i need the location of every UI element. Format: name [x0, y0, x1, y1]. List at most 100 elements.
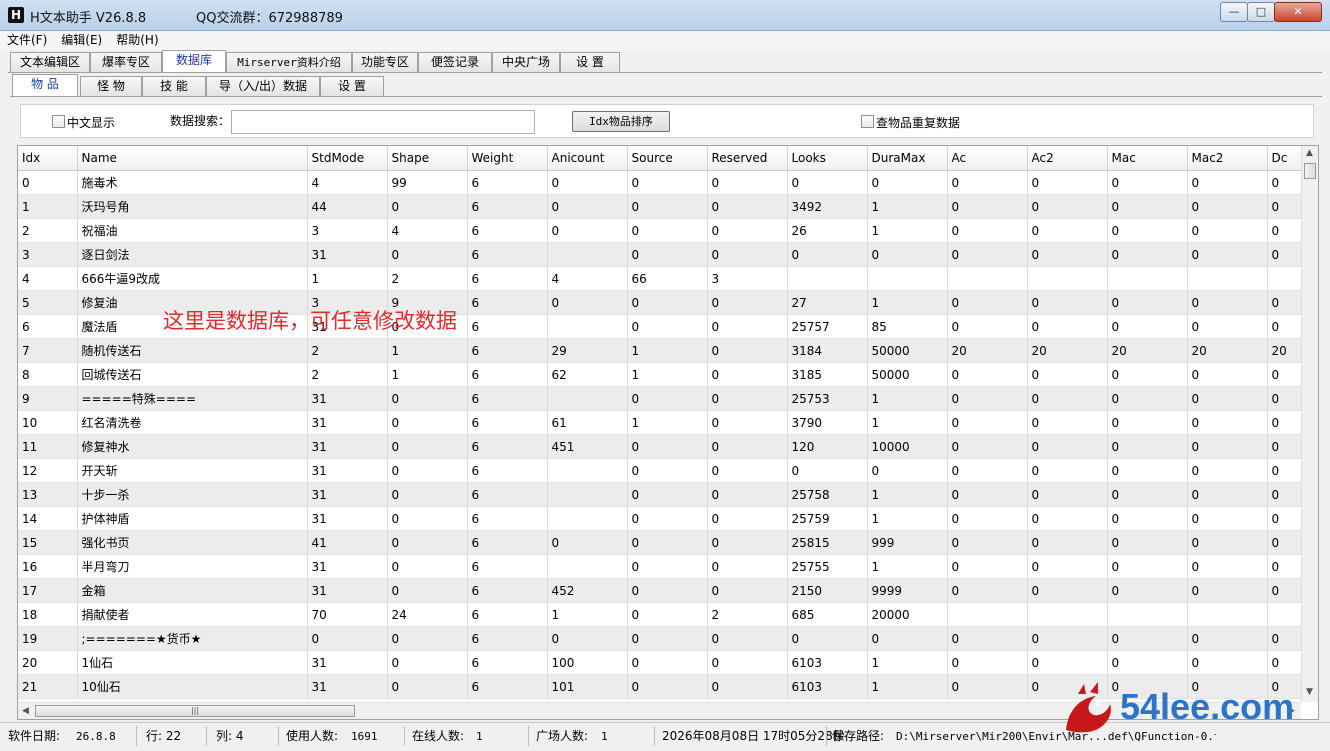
column-header-idx[interactable]: Idx: [18, 146, 78, 171]
table-cell[interactable]: 15: [18, 530, 78, 555]
table-cell[interactable]: 0: [1027, 314, 1108, 339]
table-cell[interactable]: 0: [627, 458, 708, 483]
table-cell[interactable]: 0: [947, 482, 1028, 507]
table-cell[interactable]: 685: [787, 602, 868, 627]
table-cell[interactable]: 6: [467, 650, 548, 675]
table-cell[interactable]: 6: [467, 218, 548, 243]
table-cell[interactable]: 6103: [787, 674, 868, 699]
table-cell[interactable]: 修复神水: [77, 434, 308, 459]
table-row[interactable]: 19 ;=======★货币★ 0 0 6 0 0 0 0 0 0 0 0 0 0: [18, 626, 1308, 651]
table-cell[interactable]: 0: [387, 506, 468, 531]
table-cell[interactable]: 3184: [787, 338, 868, 363]
table-cell[interactable]: 0: [627, 674, 708, 699]
table-cell[interactable]: 0: [1027, 506, 1108, 531]
table-cell[interactable]: 0: [1107, 458, 1188, 483]
table-cell[interactable]: 0: [947, 626, 1028, 651]
table-cell[interactable]: 0: [547, 218, 628, 243]
table-cell[interactable]: 6: [467, 482, 548, 507]
table-cell[interactable]: 强化书页: [77, 530, 308, 555]
table-cell[interactable]: 0: [627, 218, 708, 243]
table-cell[interactable]: 31: [307, 386, 388, 411]
table-cell[interactable]: 6: [467, 578, 548, 603]
column-header-source[interactable]: Source: [627, 146, 708, 171]
table-cell[interactable]: 25815: [787, 530, 868, 555]
table-cell[interactable]: 0: [1107, 242, 1188, 267]
table-cell[interactable]: 4: [547, 266, 628, 291]
table-cell[interactable]: 18: [18, 602, 78, 627]
table-cell[interactable]: 20: [1027, 338, 1108, 363]
table-cell[interactable]: 0: [627, 602, 708, 627]
table-cell[interactable]: 0: [947, 674, 1028, 699]
table-cell[interactable]: 13: [18, 482, 78, 507]
column-header-name[interactable]: Name: [77, 146, 308, 171]
table-cell[interactable]: 0: [947, 314, 1028, 339]
table-cell[interactable]: 1: [387, 338, 468, 363]
table-cell[interactable]: 0: [627, 530, 708, 555]
table-row[interactable]: 3 逐日剑法 31 0 6 0 0 0 0 0 0 0 0 0: [18, 242, 1308, 267]
table-cell[interactable]: [547, 554, 628, 579]
table-cell[interactable]: 0: [627, 170, 708, 195]
column-header-ac2[interactable]: Ac2: [1027, 146, 1108, 171]
table-cell[interactable]: 6: [467, 554, 548, 579]
table-row[interactable]: 13 十步一杀 31 0 6 0 0 25758 1 0 0 0 0 0: [18, 482, 1308, 507]
table-cell[interactable]: [547, 386, 628, 411]
table-cell[interactable]: 0: [627, 578, 708, 603]
table-cell[interactable]: 1: [867, 218, 948, 243]
table-cell[interactable]: [1027, 602, 1108, 627]
table-cell[interactable]: 0: [1107, 362, 1188, 387]
table-cell[interactable]: 31: [307, 482, 388, 507]
table-cell[interactable]: 0: [947, 386, 1028, 411]
table-cell[interactable]: 0: [1027, 458, 1108, 483]
column-header-mac[interactable]: Mac: [1107, 146, 1188, 171]
table-cell[interactable]: 1: [867, 650, 948, 675]
table-cell[interactable]: 25753: [787, 386, 868, 411]
table-cell[interactable]: 20: [1187, 338, 1268, 363]
table-cell[interactable]: [547, 458, 628, 483]
table-cell[interactable]: 0: [1187, 458, 1268, 483]
table-cell[interactable]: 0: [387, 434, 468, 459]
table-cell[interactable]: 14: [18, 506, 78, 531]
table-cell[interactable]: 0: [1187, 410, 1268, 435]
table-cell[interactable]: 0: [1187, 554, 1268, 579]
table-cell[interactable]: 护体神盾: [77, 506, 308, 531]
chinese-display-checkbox[interactable]: [52, 115, 65, 128]
table-cell[interactable]: [947, 266, 1028, 291]
table-cell[interactable]: 4: [387, 218, 468, 243]
table-cell[interactable]: 0: [1187, 170, 1268, 195]
table-cell[interactable]: 0: [547, 170, 628, 195]
table-cell[interactable]: [547, 314, 628, 339]
table-cell[interactable]: 25755: [787, 554, 868, 579]
table-cell[interactable]: 10: [18, 410, 78, 435]
table-cell[interactable]: 0: [707, 626, 788, 651]
table-cell[interactable]: 0: [1107, 434, 1188, 459]
table-cell[interactable]: 随机传送石: [77, 338, 308, 363]
table-cell[interactable]: 666牛逼9改成: [77, 266, 308, 291]
table-cell[interactable]: 1: [307, 266, 388, 291]
table-cell[interactable]: 开天斩: [77, 458, 308, 483]
table-cell[interactable]: 5: [18, 290, 78, 315]
table-cell[interactable]: 0: [1107, 290, 1188, 315]
table-cell[interactable]: 0: [627, 386, 708, 411]
table-cell[interactable]: 7: [18, 338, 78, 363]
table-cell[interactable]: 11: [18, 434, 78, 459]
table-cell[interactable]: 0: [1187, 506, 1268, 531]
table-cell[interactable]: 31: [307, 578, 388, 603]
table-cell[interactable]: 0: [1027, 554, 1108, 579]
table-cell[interactable]: 0: [1107, 530, 1188, 555]
table-cell[interactable]: 0: [787, 170, 868, 195]
table-cell[interactable]: 17: [18, 578, 78, 603]
table-cell[interactable]: 44: [307, 194, 388, 219]
table-cell[interactable]: 0: [627, 626, 708, 651]
table-cell[interactable]: 6: [467, 626, 548, 651]
table-cell[interactable]: 0: [1027, 194, 1108, 219]
table-cell[interactable]: 0: [627, 506, 708, 531]
table-cell[interactable]: 0: [947, 554, 1028, 579]
table-cell[interactable]: [1027, 266, 1108, 291]
horizontal-scroll-thumb[interactable]: |||: [35, 705, 355, 717]
table-cell[interactable]: 0: [707, 530, 788, 555]
table-cell[interactable]: 0: [947, 194, 1028, 219]
table-cell[interactable]: 31: [307, 554, 388, 579]
table-cell[interactable]: 25759: [787, 506, 868, 531]
tab-functions[interactable]: 功能专区: [352, 52, 418, 72]
table-cell[interactable]: 0: [307, 626, 388, 651]
